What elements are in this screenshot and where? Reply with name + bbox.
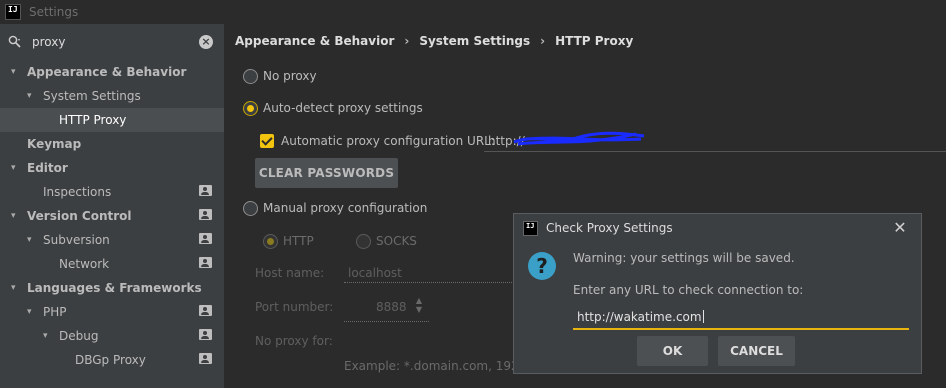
sidebar-item-dbgp-proxy[interactable]: DBGp Proxy [0, 348, 224, 372]
sidebar-item-label: Inspections [43, 185, 112, 199]
text-caret [702, 310, 704, 323]
no-proxy-radio[interactable] [243, 69, 258, 84]
check-url-value-wrap: http://wakatime.com [577, 310, 704, 324]
sidebar-item-label: HTTP Proxy [59, 113, 127, 127]
sidebar-item-label: Editor [27, 161, 68, 175]
chevron-down-icon[interactable]: ▾ [11, 163, 21, 173]
auto-detect-radio[interactable] [243, 101, 258, 116]
chevron-down-icon[interactable]: ▾ [27, 307, 37, 317]
http-radio[interactable] [263, 234, 278, 249]
auto-config-url-input[interactable]: http:// [484, 128, 946, 152]
title-bar: IJ Settings [0, 0, 946, 24]
breadcrumb-item: System Settings [419, 34, 531, 48]
project-settings-icon [199, 353, 212, 364]
project-settings-icon [199, 185, 212, 196]
question-icon: ? [528, 252, 556, 280]
chevron-down-icon[interactable]: ▾ [27, 91, 37, 101]
manual-proxy-radio[interactable] [243, 201, 258, 216]
ok-button[interactable]: OK [637, 336, 708, 366]
check-url-value: http://wakatime.com [577, 310, 702, 324]
sidebar-item-label: Network [59, 257, 110, 271]
sidebar-item-appearance-behavior[interactable]: ▾ Appearance & Behavior [0, 60, 224, 84]
intellij-app-icon: IJ [5, 4, 21, 20]
sidebar-item-system-settings[interactable]: ▾ System Settings [0, 84, 224, 108]
sidebar-item-label: System Settings [43, 89, 141, 103]
http-label[interactable]: HTTP [283, 234, 314, 248]
port-spinner-icon[interactable]: ▲ ▼ [414, 296, 424, 316]
intellij-app-icon: IJ [523, 221, 538, 236]
dialog-title: Check Proxy Settings [546, 221, 673, 235]
sidebar-item-http-proxy[interactable]: HTTP Proxy [0, 108, 224, 132]
chevron-down-icon[interactable]: ▾ [11, 283, 21, 293]
window-title: Settings [29, 5, 79, 19]
auto-config-url-checkbox[interactable] [260, 134, 274, 148]
project-settings-icon [199, 233, 212, 244]
clear-passwords-button[interactable]: CLEAR PASSWORDS [255, 158, 398, 188]
sidebar-item-label: DBGp Proxy [75, 353, 146, 367]
auto-config-url-label[interactable]: Automatic proxy configuration URL: [281, 134, 495, 148]
dialog-warning: Warning: your settings will be saved. [573, 251, 795, 265]
cancel-button[interactable]: CANCEL [718, 336, 795, 366]
sidebar-item-label: Keymap [27, 137, 82, 151]
breadcrumb-separator-icon: › [404, 34, 410, 48]
no-proxy-for-label: No proxy for: [255, 334, 333, 348]
sidebar-item-label: Version Control [27, 209, 132, 223]
manual-proxy-label[interactable]: Manual proxy configuration [263, 201, 427, 215]
breadcrumb: Appearance & Behavior › System Settings … [235, 34, 633, 48]
breadcrumb-item: Appearance & Behavior [235, 34, 395, 48]
sidebar-item-editor[interactable]: ▾ Editor [0, 156, 224, 180]
project-settings-icon [199, 209, 212, 220]
dialog-title-bar: IJ Check Proxy Settings ✕ [514, 214, 921, 242]
sidebar-item-label: Languages & Frameworks [27, 281, 202, 295]
sidebar-item-languages-frameworks[interactable]: ▾ Languages & Frameworks [0, 276, 224, 300]
port-number-underline [344, 321, 429, 322]
socks-label[interactable]: SOCKS [376, 234, 417, 248]
chevron-down-icon[interactable]: ▾ [43, 331, 53, 341]
no-proxy-label[interactable]: No proxy [263, 69, 317, 83]
sidebar-item-network[interactable]: Network [0, 252, 224, 276]
socks-radio[interactable] [356, 234, 371, 249]
auto-detect-label[interactable]: Auto-detect proxy settings [263, 101, 423, 115]
sidebar-item-inspections[interactable]: Inspections [0, 180, 224, 204]
chevron-down-icon[interactable]: ▾ [11, 67, 21, 77]
no-proxy-for-hint: Example: *.domain.com, 192.1 [344, 359, 531, 373]
sidebar-item-label: PHP [43, 305, 67, 319]
check-proxy-dialog: IJ Check Proxy Settings ✕ ? Warning: you… [513, 213, 922, 374]
host-name-input[interactable]: localhost [348, 266, 402, 280]
redaction-scribble [513, 131, 645, 146]
settings-sidebar: proxy × ▾ Appearance & Behavior ▾ System… [0, 24, 224, 388]
project-settings-icon [199, 305, 212, 316]
breadcrumb-separator-icon: › [540, 34, 546, 48]
sidebar-item-keymap[interactable]: Keymap [0, 132, 224, 156]
breadcrumb-item: HTTP Proxy [555, 34, 634, 48]
search-input[interactable]: proxy [32, 35, 65, 49]
sidebar-item-version-control[interactable]: ▾ Version Control [0, 204, 224, 228]
chevron-down-icon[interactable]: ▾ [11, 211, 21, 221]
search-icon [8, 35, 21, 48]
port-number-input[interactable]: 8888 [376, 300, 407, 314]
clear-search-icon[interactable]: × [199, 35, 213, 49]
sidebar-item-label: Debug [59, 329, 99, 343]
sidebar-item-label: Appearance & Behavior [27, 65, 187, 79]
chevron-down-icon[interactable]: ▾ [27, 235, 37, 245]
sidebar-item-debug[interactable]: ▾ Debug [0, 324, 224, 348]
project-settings-icon [199, 257, 212, 268]
host-name-underline [344, 282, 514, 283]
sidebar-item-subversion[interactable]: ▾ Subversion [0, 228, 224, 252]
check-url-input[interactable]: http://wakatime.com [573, 308, 909, 330]
close-icon[interactable]: ✕ [890, 218, 910, 238]
port-number-label: Port number: [255, 300, 334, 314]
host-name-label: Host name: [255, 266, 325, 280]
project-settings-icon [199, 329, 212, 340]
sidebar-item-php[interactable]: ▾ PHP [0, 300, 224, 324]
sidebar-item-label: Subversion [43, 233, 110, 247]
dialog-prompt: Enter any URL to check connection to: [573, 283, 804, 297]
search-field[interactable]: proxy × [0, 29, 224, 55]
